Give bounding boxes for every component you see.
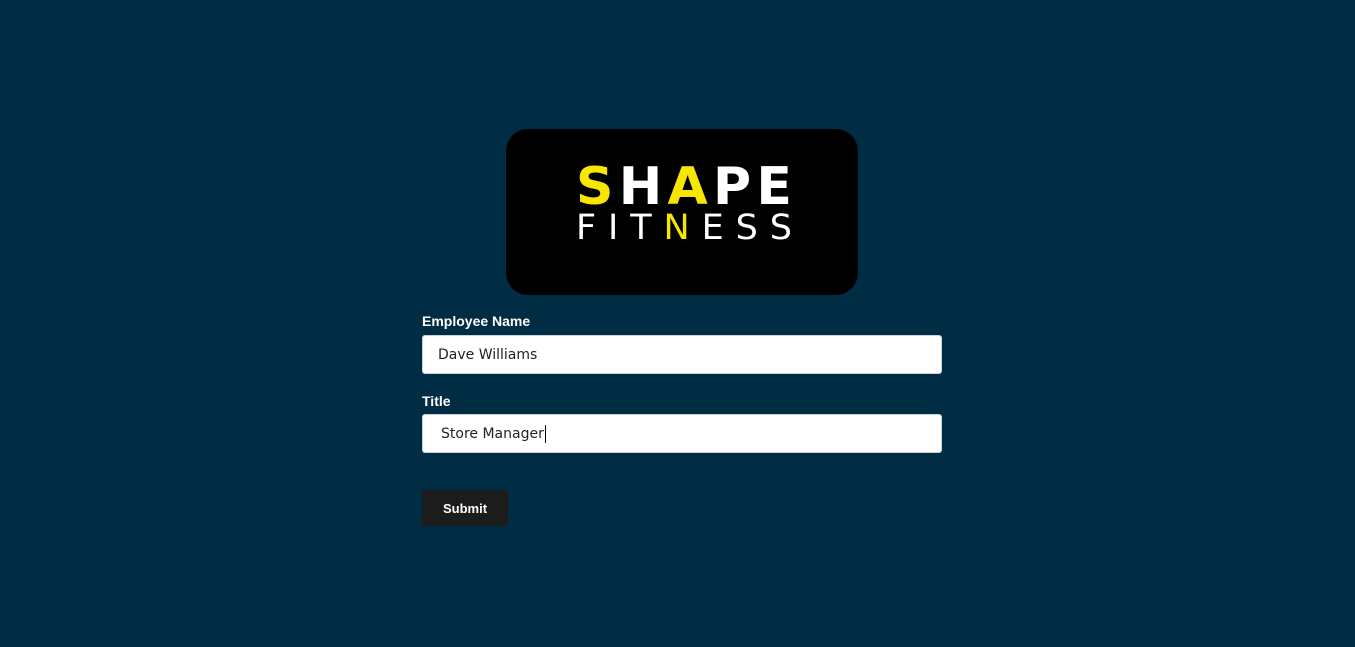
logo-letter: S bbox=[769, 208, 792, 248]
title-input[interactable]: Store Manager bbox=[422, 414, 942, 453]
employee-name-label: Employee Name bbox=[422, 313, 531, 329]
logo-letter: F bbox=[576, 208, 597, 248]
logo-letter: A bbox=[667, 157, 708, 217]
page: S H A P E F I T N E S S Employee Name Da… bbox=[0, 0, 1355, 647]
submit-button[interactable]: Submit bbox=[422, 490, 508, 526]
logo-letter: E bbox=[756, 157, 792, 217]
logo-line-fitness: F I T N E S S bbox=[576, 211, 792, 246]
shape-fitness-logo: S H A P E F I T N E S S bbox=[506, 129, 858, 295]
title-value: Store Manager bbox=[441, 426, 544, 442]
text-cursor bbox=[544, 425, 546, 443]
logo-letter: T bbox=[630, 208, 652, 248]
logo-letter: H bbox=[618, 157, 663, 217]
logo-letter: I bbox=[608, 208, 619, 248]
employee-name-input[interactable]: Dave Williams bbox=[422, 335, 942, 374]
logo-letter: N bbox=[663, 208, 690, 248]
title-label: Title bbox=[422, 393, 451, 409]
logo-letter: S bbox=[735, 208, 758, 248]
logo-letter: P bbox=[713, 157, 752, 217]
logo-letter: S bbox=[576, 157, 614, 217]
logo-line-shape: S H A P E bbox=[576, 161, 792, 213]
employee-name-value: Dave Williams bbox=[438, 347, 538, 363]
logo-letter: E bbox=[701, 208, 724, 248]
